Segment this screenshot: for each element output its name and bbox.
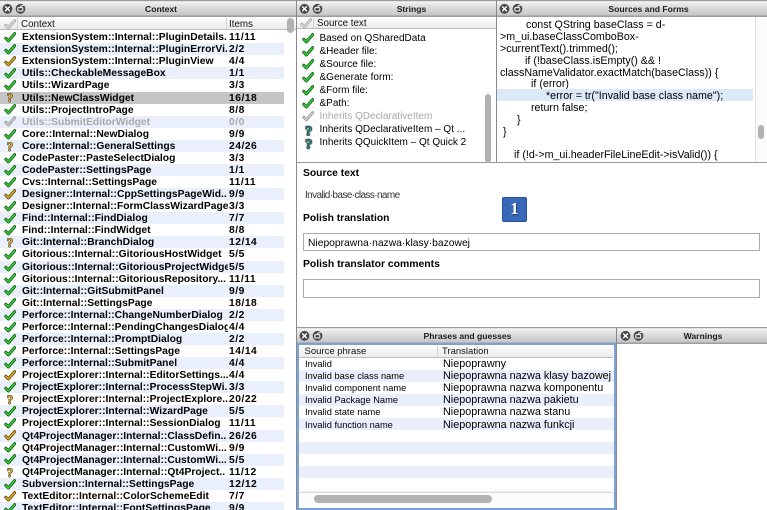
svg-text:?: ? <box>6 394 12 405</box>
svg-text:?: ? <box>6 92 12 103</box>
svg-text:?: ? <box>6 467 12 478</box>
svg-text:?: ? <box>6 141 12 152</box>
svg-text:?: ? <box>305 138 312 151</box>
svg-text:?: ? <box>6 237 12 248</box>
